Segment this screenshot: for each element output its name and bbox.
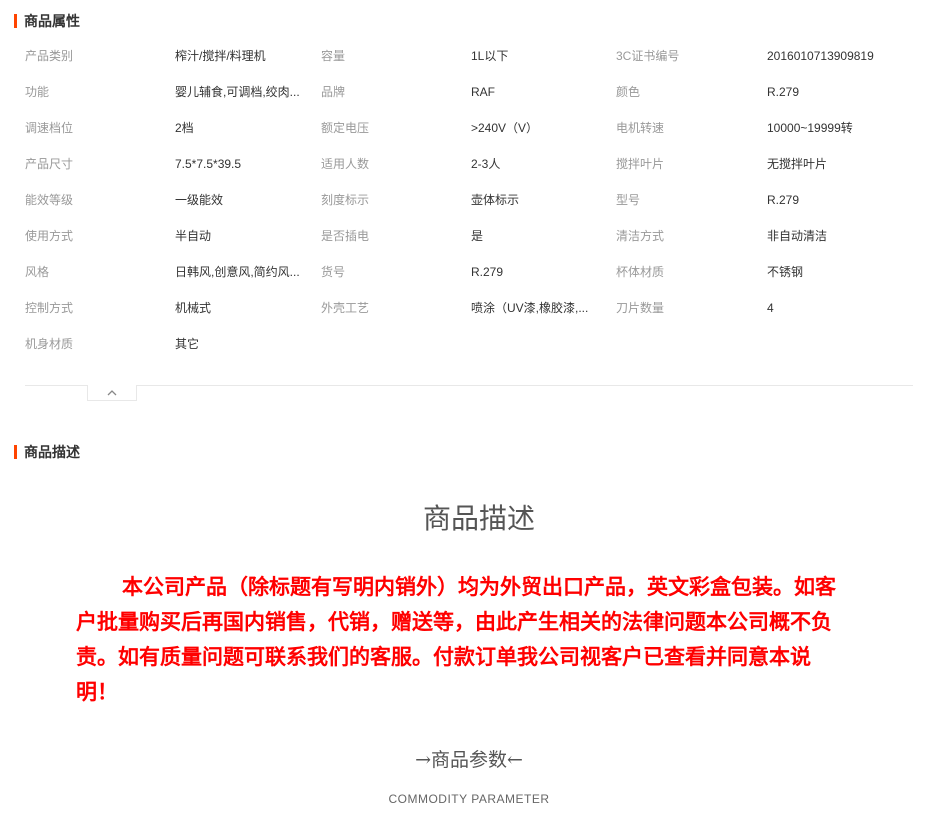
attribute-value: 机械式: [175, 301, 212, 315]
attribute-label: 适用人数: [321, 157, 370, 171]
attribute-value: 10000~19999转: [767, 121, 853, 135]
attribute-label: 产品类别: [25, 49, 74, 63]
attribute-row: 产品类别 榨汁/搅拌/料理机 容量 1L以下 3C证书编号 201601071390981…: [25, 38, 915, 74]
attribute-value: 日韩风,创意风,简约风...: [175, 265, 300, 279]
attribute-value: R.279: [767, 85, 800, 99]
attribute-label: 清洁方式: [616, 229, 665, 243]
attribute-label: 调速档位: [25, 121, 74, 135]
attribute-label: 容量: [321, 49, 346, 63]
attribute-label: 产品尺寸: [25, 157, 74, 171]
attribute-label: 风格: [25, 265, 50, 279]
attribute-row: 调速档位 2档 额定电压 >240V（V） 电机转速 10000~19999转: [25, 110, 915, 146]
attribute-value: R.279: [767, 193, 800, 207]
attribute-value: 4: [767, 301, 774, 315]
attribute-value: R.279: [471, 265, 504, 279]
attribute-label: 使用方式: [25, 229, 74, 243]
chevron-up-icon: [107, 389, 117, 395]
attribute-label: 额定电压: [321, 121, 370, 135]
attribute-label: 杯体材质: [616, 265, 665, 279]
attribute-value: 一级能效: [175, 193, 224, 207]
parameter-subheading: COMMODITY PARAMETER: [388, 792, 550, 806]
attribute-value: 7.5*7.5*39.5: [175, 157, 242, 171]
attribute-label: 型号: [616, 193, 641, 207]
attribute-row: 产品尺寸 7.5*7.5*39.5 适用人数 2-3人 搅拌叶片 无搅拌叶片: [25, 146, 915, 182]
attribute-label: 刻度标示: [321, 193, 370, 207]
attribute-value: 1L以下: [471, 49, 509, 63]
attribute-value: 喷涂（UV漆,橡胶漆,...: [471, 301, 589, 315]
attribute-row: 控制方式 机械式 外壳工艺 喷涂（UV漆,橡胶漆,... 刀片数量 4: [25, 290, 915, 326]
description-section-title: 商品描述: [14, 443, 80, 461]
attribute-row: 能效等级 一级能效 刻度标示 壶体标示 型号 R.279: [25, 182, 915, 218]
attribute-label: 刀片数量: [616, 301, 665, 315]
divider: [25, 385, 913, 386]
attribute-row: 风格 日韩风,创意风,简约风... 货号 R.279 杯体材质 不锈钢: [25, 254, 915, 290]
attribute-value: 2-3人: [471, 157, 501, 171]
attribute-value: 2档: [175, 121, 194, 135]
attribute-row: 功能 婴儿辅食,可调档,绞肉... 品牌 RAF 颜色 R.279: [25, 74, 915, 110]
attribute-label: 货号: [321, 265, 346, 279]
attribute-value: 壶体标示: [471, 193, 520, 207]
attribute-value: 不锈钢: [767, 265, 804, 279]
attribute-label: 能效等级: [25, 193, 74, 207]
attribute-value: 婴儿辅食,可调档,绞肉...: [175, 85, 300, 99]
collapse-attributes-button[interactable]: [87, 385, 137, 401]
attribute-value: 2016010713909819: [767, 49, 874, 63]
attribute-label: 电机转速: [616, 121, 665, 135]
attribute-value: 榨汁/搅拌/料理机: [175, 49, 266, 63]
export-notice: 本公司产品（除标题有写明内销外）均为外贸出口产品，英文彩盒包装。如客户批量购买后…: [76, 575, 836, 704]
attribute-value: 是: [471, 229, 484, 243]
attribute-value: >240V（V）: [471, 121, 539, 135]
description-heading: 商品描述: [422, 502, 535, 535]
attribute-label: 外壳工艺: [321, 301, 370, 315]
attributes-table: 产品类别 榨汁/搅拌/料理机 容量 1L以下 3C证书编号 201601071390981…: [25, 38, 915, 362]
attribute-value: RAF: [471, 85, 495, 99]
attribute-label: 颜色: [616, 85, 641, 99]
attribute-value: 无搅拌叶片: [767, 157, 828, 171]
attribute-label: 3C证书编号: [616, 49, 680, 63]
attribute-label: 搅拌叶片: [616, 157, 665, 171]
attributes-section-title: 商品属性: [14, 12, 80, 30]
attribute-label: 机身材质: [25, 337, 74, 351]
attribute-value: 半自动: [175, 229, 212, 243]
attribute-label: 控制方式: [25, 301, 74, 315]
attribute-label: 品牌: [321, 85, 346, 99]
attribute-value: 非自动清洁: [767, 229, 828, 243]
parameter-heading: →商品参数←: [415, 749, 523, 771]
attribute-label: 功能: [25, 85, 50, 99]
attribute-label: 是否插电: [321, 229, 370, 243]
attribute-row: 使用方式 半自动 是否插电 是 清洁方式 非自动清洁: [25, 218, 915, 254]
attribute-value: 其它: [175, 337, 200, 351]
attribute-row: 机身材质 其它: [25, 326, 915, 362]
